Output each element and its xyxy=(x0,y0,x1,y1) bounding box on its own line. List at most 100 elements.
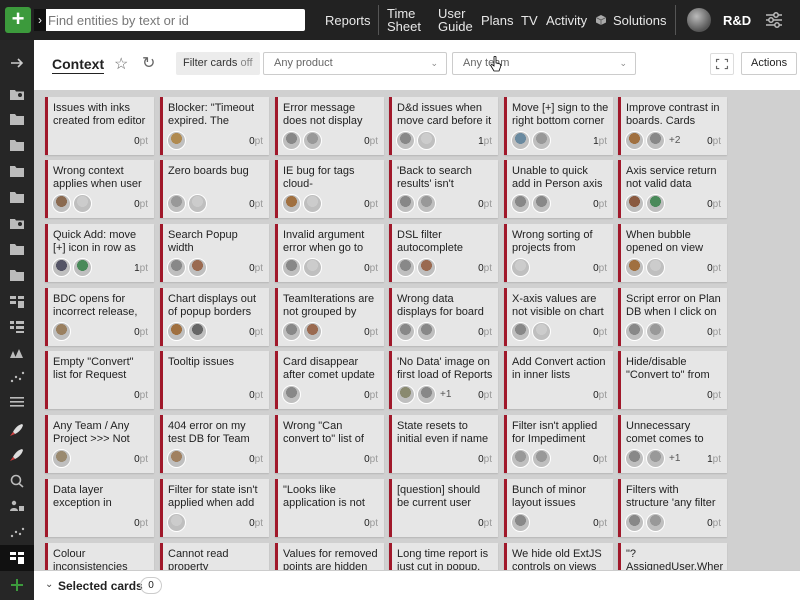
nav-activity[interactable]: Activity xyxy=(546,0,587,40)
folder-icon[interactable] xyxy=(0,236,34,262)
selected-cards-bar[interactable]: ⌄ Selected cards 0 xyxy=(34,570,800,600)
avatar xyxy=(303,322,322,341)
card[interactable]: Unable to quick add in Person axis 0pt xyxy=(504,160,613,218)
nav-time-sheet[interactable]: Time Sheet xyxy=(387,0,423,40)
folder-icon[interactable] xyxy=(0,132,34,158)
board-view-active-icon[interactable] xyxy=(0,545,34,571)
card-points: 0pt xyxy=(134,518,148,529)
card[interactable]: Values for removed points are hidden0pt xyxy=(275,543,384,570)
card[interactable]: State resets to initial even if name 0pt xyxy=(389,415,498,473)
star-icon[interactable]: ☆ xyxy=(114,54,128,74)
card[interactable]: Wrong data displays for board 0pt xyxy=(389,288,498,346)
rocket-icon[interactable] xyxy=(0,417,34,443)
nav-solutions[interactable]: Solutions xyxy=(595,0,666,40)
card[interactable]: BDC opens for incorrect release, 0pt xyxy=(45,288,154,346)
card[interactable]: "? AssignedUser.Where0pt xyxy=(618,543,727,570)
team-dropdown[interactable]: Any team ⌄ xyxy=(452,52,636,75)
product-dropdown[interactable]: Any product ⌄ xyxy=(263,52,447,75)
card[interactable]: D&d issues when move card before it 1pt xyxy=(389,97,498,155)
card[interactable]: Issues with inks created from editor 0pt xyxy=(45,97,154,155)
nav-reports[interactable]: Reports xyxy=(325,0,371,40)
card[interactable]: Cannot read property0pt xyxy=(160,543,269,570)
card-points: 0pt xyxy=(478,199,492,210)
fullscreen-button[interactable] xyxy=(710,53,734,75)
context-title[interactable]: Context xyxy=(52,56,105,74)
card[interactable]: Tooltip issues 0pt xyxy=(160,351,269,409)
nav-tv[interactable]: TV xyxy=(521,0,538,40)
card[interactable]: Invalid argument error when go to 0pt xyxy=(275,224,384,282)
card[interactable]: Chart displays out of popup borders 0pt xyxy=(160,288,269,346)
actions-button[interactable]: Actions xyxy=(741,52,798,75)
folder-icon[interactable] xyxy=(0,158,34,184)
card-title: Script error on Plan DB when I click on xyxy=(626,293,721,318)
card[interactable]: Bunch of minor layout issues 0pt xyxy=(504,479,613,537)
card[interactable]: Wrong "Can convert to" list of 0pt xyxy=(275,415,384,473)
card[interactable]: Colour inconsistencies0pt xyxy=(45,543,154,570)
chevron-right-icon[interactable]: › xyxy=(34,9,46,31)
people-chart-icon[interactable] xyxy=(0,519,34,545)
card[interactable]: [question] should be current user 0pt xyxy=(389,479,498,537)
card[interactable]: IE bug for tags cloud- 0pt xyxy=(275,160,384,218)
card[interactable]: Long time report is just cut in popup.0p… xyxy=(389,543,498,570)
rocket-icon[interactable] xyxy=(0,442,34,468)
card[interactable]: TeamIterations are not grouped by 0pt xyxy=(275,288,384,346)
card[interactable]: 'Back to search results' isn't 0pt xyxy=(389,160,498,218)
search-field[interactable]: › Find entities by text or id xyxy=(34,9,305,31)
card[interactable]: Zero boards bug 0pt xyxy=(160,160,269,218)
card[interactable]: Card disappear after comet update 0pt xyxy=(275,351,384,409)
avatar xyxy=(188,194,207,213)
card[interactable]: Unnecessary comet comes to user +1 1pt xyxy=(618,415,727,473)
nav-user-guide[interactable]: User Guide xyxy=(438,0,474,40)
card[interactable]: Improve contrast in boards. Cards +2 0pt xyxy=(618,97,727,155)
chevron-down-icon[interactable]: ⌄ xyxy=(45,579,53,590)
team-name[interactable]: R&D xyxy=(723,13,751,28)
card[interactable]: Quick Add: move [+] icon in row as 1pt xyxy=(45,224,154,282)
card[interactable]: 'No Data' image on first load of Reports… xyxy=(389,351,498,409)
sliders-icon[interactable] xyxy=(764,10,784,30)
card[interactable]: We hide old ExtJS controls on views0pt xyxy=(504,543,613,570)
card[interactable]: Data layer exception in 0pt xyxy=(45,479,154,537)
card[interactable]: Filters with structure 'any filter 0pt xyxy=(618,479,727,537)
card[interactable]: Move [+] sign to the right bottom corner… xyxy=(504,97,613,155)
card[interactable]: Axis service return not valid data 0pt xyxy=(618,160,727,218)
card[interactable]: X-axis values are not visible on chart 0p… xyxy=(504,288,613,346)
card[interactable]: Any Team / Any Project >>> Not 0pt xyxy=(45,415,154,473)
avatar xyxy=(73,258,92,277)
collapse-arrow-icon[interactable] xyxy=(0,50,34,76)
add-entity-button[interactable]: + xyxy=(5,7,31,33)
card[interactable]: Empty "Convert" list for Request 0pt xyxy=(45,351,154,409)
menu-list-icon[interactable] xyxy=(0,389,34,415)
refresh-icon[interactable]: ↻ xyxy=(142,53,155,73)
card[interactable]: Add Convert action in inner lists 0pt xyxy=(504,351,613,409)
people-folder-icon[interactable] xyxy=(0,210,34,236)
card[interactable]: DSL filter autocomplete 0pt xyxy=(389,224,498,282)
people-lock-icon[interactable] xyxy=(0,339,34,365)
card-assignees xyxy=(511,194,551,213)
card[interactable]: "Looks like application is not 0pt xyxy=(275,479,384,537)
nav-plans[interactable]: Plans xyxy=(481,0,514,40)
folder-icon[interactable] xyxy=(0,184,34,210)
people-folder-icon[interactable] xyxy=(0,81,34,107)
card[interactable]: Script error on Plan DB when I click on 0… xyxy=(618,288,727,346)
card[interactable]: Wrong context applies when user 0pt xyxy=(45,160,154,218)
filter-cards-button[interactable]: Filter cards off xyxy=(176,52,260,75)
card[interactable]: Hide/disable "Convert to" from 0pt xyxy=(618,351,727,409)
card[interactable]: Filter isn't applied for Impediment 0pt xyxy=(504,415,613,473)
card[interactable]: Error message does not display and JS0pt xyxy=(275,97,384,155)
folder-icon[interactable] xyxy=(0,106,34,132)
add-view-icon[interactable] xyxy=(0,572,34,598)
chart-icon[interactable] xyxy=(0,364,34,390)
card[interactable]: Blocker: "Timeout expired. The 0pt xyxy=(160,97,269,155)
team-avatar[interactable] xyxy=(687,8,711,32)
card[interactable]: When bubble opened on view 0pt xyxy=(618,224,727,282)
card[interactable]: Wrong sorting of projects from 0pt xyxy=(504,224,613,282)
people-lock-icon[interactable] xyxy=(0,493,34,519)
card[interactable]: Filter for state isn't applied when add 0… xyxy=(160,479,269,537)
list-view-icon[interactable] xyxy=(0,314,34,340)
card[interactable]: Search Popup width 0pt xyxy=(160,224,269,282)
folder-icon[interactable] xyxy=(0,262,34,288)
board-view-icon[interactable] xyxy=(0,289,34,315)
card[interactable]: 404 error on my test DB for Team 0pt xyxy=(160,415,269,473)
avatar xyxy=(646,131,665,150)
search-people-icon[interactable] xyxy=(0,468,34,494)
